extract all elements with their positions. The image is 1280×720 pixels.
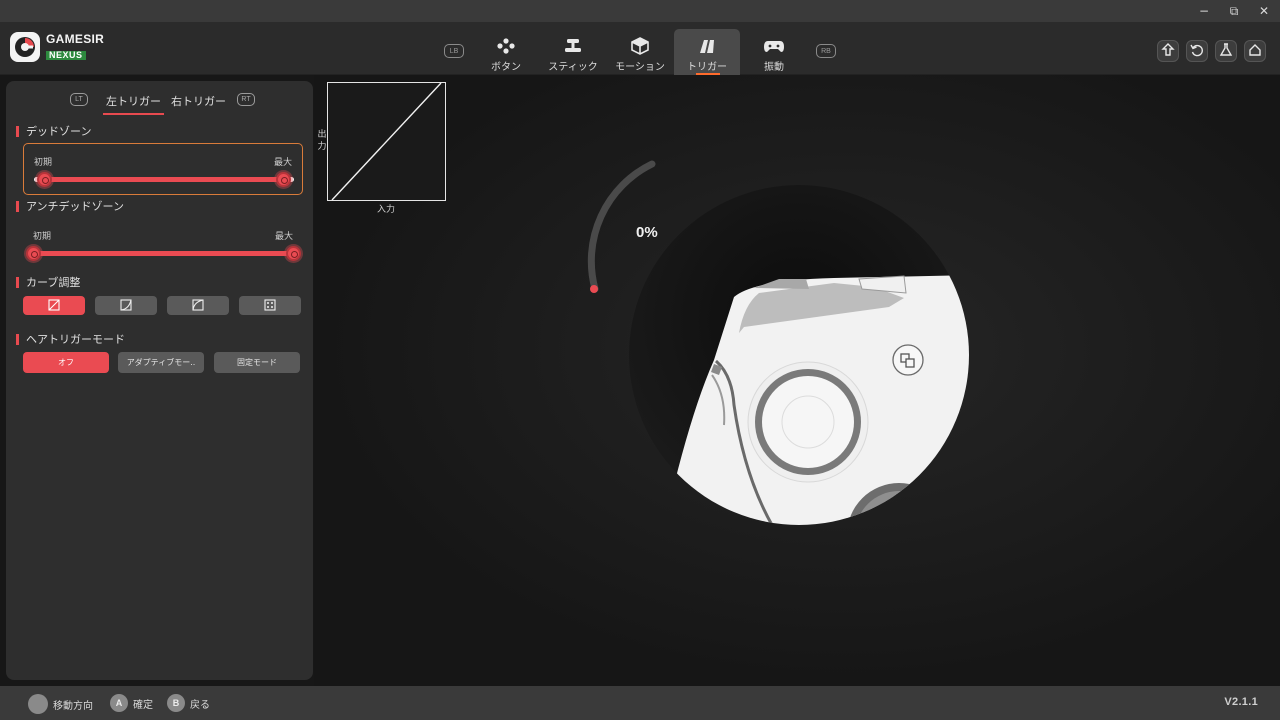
trigger-percent: 0%: [636, 224, 658, 241]
vibration-icon: [762, 36, 786, 56]
brand-sub: NEXUS: [46, 51, 86, 60]
hint-back: B 戻る: [167, 694, 210, 712]
home-button[interactable]: [1244, 40, 1266, 62]
tab-right-trigger[interactable]: 右トリガー: [171, 93, 226, 109]
close-button[interactable]: ✕: [1249, 0, 1279, 22]
curve-linear-button[interactable]: [23, 296, 85, 315]
lab-button[interactable]: [1215, 40, 1237, 62]
section-title: アンチデッドゾーン: [26, 200, 125, 213]
range-max-label: 最大: [274, 232, 293, 242]
curve-delay-button[interactable]: [95, 296, 157, 315]
minimize-button[interactable]: −: [1189, 0, 1219, 22]
tab-label: ボタン: [491, 62, 521, 73]
hint-label: 確定: [133, 699, 153, 711]
custom-curve-icon: [264, 296, 276, 315]
section-title: デッドゾーン: [26, 125, 92, 138]
title-bar: − ⧉ ✕: [0, 0, 1280, 22]
hint-label: 戻る: [190, 699, 210, 711]
range-fill: [44, 177, 284, 182]
tab-buttons[interactable]: ボタン: [473, 29, 539, 75]
anti-deadzone-range[interactable]: 初期 最大: [23, 218, 303, 270]
linear-curve-icon: [48, 296, 60, 315]
tab-vibration[interactable]: 振動: [741, 29, 807, 75]
tab-label: 振動: [764, 62, 784, 73]
range-max-handle[interactable]: [276, 172, 292, 187]
trigger-preview-area: [314, 75, 1280, 686]
lb-bumper-button[interactable]: LB: [444, 44, 464, 58]
hint-label: 移動方向: [53, 700, 93, 712]
response-curve-graph: 出力 入力: [315, 82, 455, 216]
graph-x-label: 入力: [377, 205, 396, 215]
section-title: ヘアトリガーモード: [26, 333, 125, 346]
trigger-progress-indicator: [590, 285, 598, 293]
controller-hint-bar: 移動方向 A 確定 B 戻る V2.1.1: [0, 686, 1280, 720]
tab-label: トリガー: [687, 62, 727, 73]
motion-icon: [630, 36, 650, 56]
range-min-label: 初期: [33, 232, 52, 242]
curve-custom-button[interactable]: [239, 296, 301, 315]
restore-button[interactable]: ⧉: [1219, 0, 1249, 22]
rt-pill[interactable]: RT: [237, 93, 255, 106]
trigger-side-tabs: LT 左トリガー 右トリガー RT: [6, 93, 313, 115]
lt-pill[interactable]: LT: [70, 93, 88, 106]
buttons-icon: [496, 36, 516, 56]
tab-label: スティック: [548, 62, 598, 73]
controller-illustration: [587, 160, 969, 525]
hair-trigger-adaptive-button[interactable]: アダプティブモー..: [118, 352, 204, 373]
reset-icon: [1190, 42, 1204, 61]
anti-deadzone-section-header: アンチデッドゾーン: [16, 198, 124, 214]
section-title: カーブ調整: [26, 276, 81, 289]
trigger-settings-panel: LT 左トリガー 右トリガー RT デッドゾーン 初期 最大 アンチデッドゾーン…: [6, 81, 313, 680]
app-window: − ⧉ ✕ GAMESIR NEXUS LB ボタン スティック モーション ト…: [0, 0, 1280, 720]
rb-bumper-button[interactable]: RB: [816, 44, 836, 58]
hair-trigger-section-header: ヘアトリガーモード: [16, 331, 125, 347]
tab-left-trigger[interactable]: 左トリガー: [103, 93, 164, 115]
gamesir-logo-icon: [10, 32, 40, 62]
left-stick-icon: [28, 694, 48, 714]
trigger-icon: [697, 36, 717, 56]
tab-label: モーション: [615, 62, 665, 73]
tab-trigger[interactable]: トリガー: [674, 29, 740, 75]
range-min-handle[interactable]: [25, 246, 41, 261]
deadzone-range[interactable]: 初期 最大: [23, 143, 303, 195]
upload-icon: [1161, 42, 1175, 61]
range-max-handle[interactable]: [285, 246, 301, 261]
a-button-icon: A: [110, 694, 128, 712]
aggressive-curve-icon: [192, 296, 204, 315]
delay-curve-icon: [120, 296, 132, 315]
range-fill: [33, 251, 293, 256]
tab-motion[interactable]: モーション: [607, 29, 673, 75]
stick-icon: [563, 36, 583, 56]
hair-trigger-fixed-button[interactable]: 固定モード: [214, 352, 300, 373]
home-icon: [1248, 42, 1262, 61]
hint-navigate: 移動方向: [28, 694, 93, 714]
lab-icon: [1219, 42, 1233, 61]
range-min-label: 初期: [34, 158, 53, 168]
range-min-handle[interactable]: [36, 172, 52, 187]
graph-canvas: [327, 82, 446, 201]
hair-trigger-off-button[interactable]: オフ: [23, 352, 109, 373]
brand-name: GAMESIR: [46, 32, 105, 46]
deadzone-section-header: デッドゾーン: [16, 123, 91, 139]
range-max-label: 最大: [273, 158, 292, 168]
app-logo: GAMESIR NEXUS: [10, 32, 104, 62]
top-navigation: GAMESIR NEXUS LB ボタン スティック モーション トリガー 振動…: [0, 22, 1280, 75]
curve-aggressive-button[interactable]: [167, 296, 229, 315]
reset-button[interactable]: [1186, 40, 1208, 62]
hint-confirm: A 確定: [110, 694, 153, 712]
upload-button[interactable]: [1157, 40, 1179, 62]
curve-section-header: カーブ調整: [16, 274, 80, 290]
tab-stick[interactable]: スティック: [540, 29, 606, 75]
app-version: V2.1.1: [1224, 696, 1258, 708]
b-button-icon: B: [167, 694, 185, 712]
